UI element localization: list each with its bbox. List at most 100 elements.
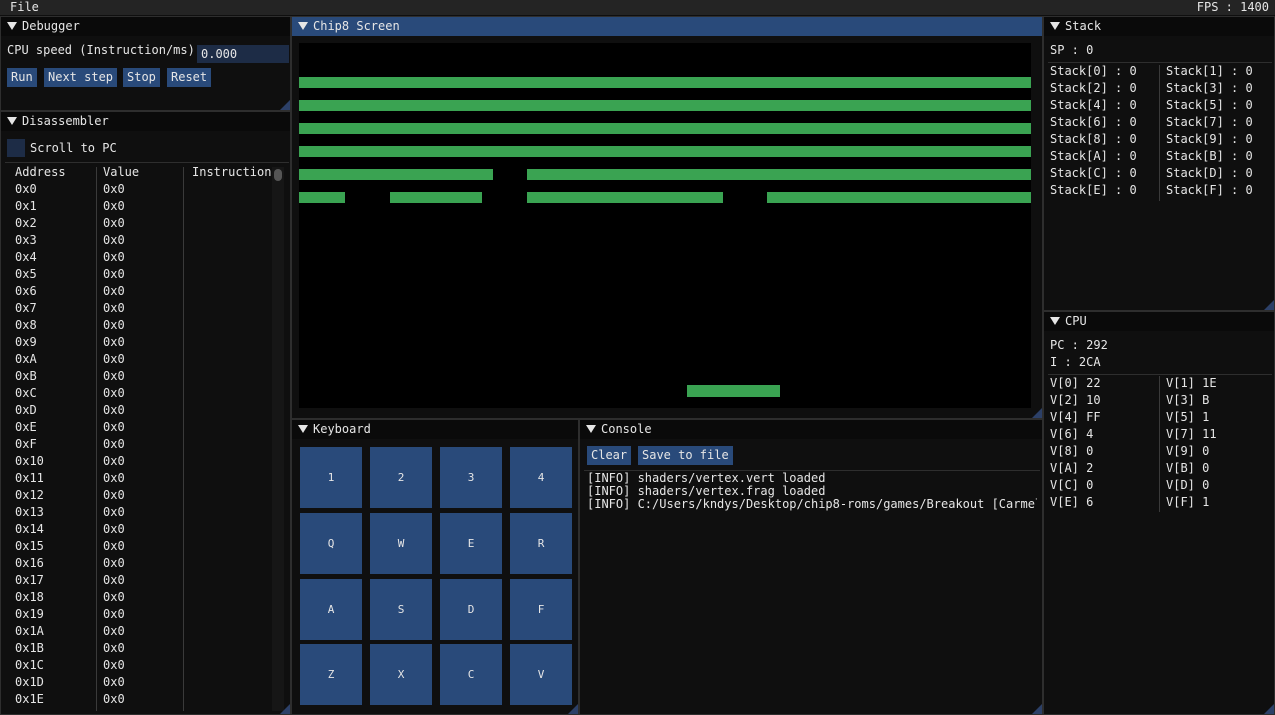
- stack-entry: Stack[8] : 0: [1050, 132, 1137, 146]
- scrollbar-thumb[interactable]: [274, 169, 282, 181]
- table-row[interactable]: 0xC 0x0: [15, 385, 270, 402]
- key-x[interactable]: X: [370, 644, 432, 705]
- key-a[interactable]: A: [300, 579, 362, 640]
- key-1[interactable]: 1: [300, 447, 362, 508]
- key-4[interactable]: 4: [510, 447, 572, 508]
- resize-grip[interactable]: [568, 704, 578, 714]
- table-row[interactable]: 0x18 0x0: [15, 589, 270, 606]
- table-row[interactable]: 0x15 0x0: [15, 538, 270, 555]
- key-f[interactable]: F: [510, 579, 572, 640]
- table-row[interactable]: 0x5 0x0: [15, 266, 270, 283]
- table-row[interactable]: 0x4 0x0: [15, 249, 270, 266]
- collapse-arrow-icon[interactable]: [7, 22, 17, 30]
- table-row[interactable]: 0x17 0x0: [15, 572, 270, 589]
- disassembler-title[interactable]: Disassembler: [1, 112, 290, 131]
- address-cell: 0x14: [15, 522, 44, 536]
- table-row[interactable]: 0x14 0x0: [15, 521, 270, 538]
- stack-title[interactable]: Stack: [1044, 17, 1274, 36]
- table-row[interactable]: 0x16 0x0: [15, 555, 270, 572]
- address-cell: 0xA: [15, 352, 37, 366]
- address-cell: 0xB: [15, 369, 37, 383]
- table-row[interactable]: 0x1D 0x0: [15, 674, 270, 691]
- table-row[interactable]: 0x11 0x0: [15, 470, 270, 487]
- address-cell: 0x1C: [15, 658, 44, 672]
- chip8-screen-title[interactable]: Chip8 Screen: [292, 17, 1042, 36]
- value-cell: 0x0: [103, 590, 125, 604]
- address-cell: 0x11: [15, 471, 44, 485]
- collapse-arrow-icon[interactable]: [7, 117, 17, 125]
- register-value: V[6] 4: [1050, 427, 1094, 441]
- key-s[interactable]: S: [370, 579, 432, 640]
- console-title[interactable]: Console: [580, 420, 1042, 439]
- register-value: V[E] 6: [1050, 495, 1094, 509]
- table-row[interactable]: 0x1B 0x0: [15, 640, 270, 657]
- value-cell: 0x0: [103, 624, 125, 638]
- table-row[interactable]: 0x6 0x0: [15, 283, 270, 300]
- value-cell: 0x0: [103, 250, 125, 264]
- clear-button[interactable]: Clear: [587, 446, 632, 465]
- stop-button[interactable]: Stop: [123, 68, 160, 87]
- file-menu[interactable]: File: [10, 0, 39, 15]
- key-e[interactable]: E: [440, 513, 502, 574]
- table-row[interactable]: 0x2 0x0: [15, 215, 270, 232]
- debugger-title[interactable]: Debugger: [1, 17, 290, 36]
- key-w[interactable]: W: [370, 513, 432, 574]
- table-row[interactable]: 0x19 0x0: [15, 606, 270, 623]
- table-row[interactable]: 0xE 0x0: [15, 419, 270, 436]
- reset-button[interactable]: Reset: [167, 68, 212, 87]
- key-c[interactable]: C: [440, 644, 502, 705]
- stack-entry: Stack[6] : 0: [1050, 115, 1137, 129]
- table-row[interactable]: 0x8 0x0: [15, 317, 270, 334]
- collapse-arrow-icon[interactable]: [1050, 22, 1060, 30]
- value-cell: 0x0: [103, 641, 125, 655]
- address-cell: 0x17: [15, 573, 44, 587]
- key-2[interactable]: 2: [370, 447, 432, 508]
- resize-grip[interactable]: [1264, 704, 1274, 714]
- table-row[interactable]: 0x0 0x0: [15, 181, 270, 198]
- cpu-speed-input[interactable]: 0.000: [197, 45, 289, 63]
- table-row[interactable]: 0x3 0x0: [15, 232, 270, 249]
- address-cell: 0x7: [15, 301, 37, 315]
- key-r[interactable]: R: [510, 513, 572, 574]
- run-button[interactable]: Run: [7, 68, 37, 87]
- collapse-arrow-icon[interactable]: [1050, 317, 1060, 325]
- value-cell: 0x0: [103, 658, 125, 672]
- table-row[interactable]: 0x10 0x0: [15, 453, 270, 470]
- table-row[interactable]: 0xD 0x0: [15, 402, 270, 419]
- key-d[interactable]: D: [440, 579, 502, 640]
- table-row[interactable]: 0x1E 0x0: [15, 691, 270, 708]
- key-z[interactable]: Z: [300, 644, 362, 705]
- keyboard-window: Keyboard 1234 QWER ASDF ZXCV: [291, 419, 579, 715]
- resize-grip[interactable]: [280, 100, 290, 110]
- resize-grip[interactable]: [280, 704, 290, 714]
- scrollbar[interactable]: [272, 167, 284, 711]
- keyboard-title[interactable]: Keyboard: [292, 420, 578, 439]
- table-row[interactable]: 0x9 0x0: [15, 334, 270, 351]
- collapse-arrow-icon[interactable]: [298, 425, 308, 433]
- save-to-file-button[interactable]: Save to file: [638, 446, 733, 465]
- resize-grip[interactable]: [1264, 300, 1274, 310]
- table-row[interactable]: 0xA 0x0: [15, 351, 270, 368]
- table-row[interactable]: 0x1C 0x0: [15, 657, 270, 674]
- table-row[interactable]: 0x1A 0x0: [15, 623, 270, 640]
- table-row[interactable]: 0x12 0x0: [15, 487, 270, 504]
- collapse-arrow-icon[interactable]: [586, 425, 596, 433]
- resize-grip[interactable]: [1032, 408, 1042, 418]
- next-step-button[interactable]: Next step: [44, 68, 118, 87]
- address-cell: 0xF: [15, 437, 37, 451]
- collapse-arrow-icon[interactable]: [298, 22, 308, 30]
- scroll-to-pc-checkbox[interactable]: [7, 139, 25, 157]
- table-row[interactable]: 0x7 0x0: [15, 300, 270, 317]
- key-q[interactable]: Q: [300, 513, 362, 574]
- address-cell: 0x12: [15, 488, 44, 502]
- address-cell: 0x2: [15, 216, 37, 230]
- table-row[interactable]: 0x1 0x0: [15, 198, 270, 215]
- cpu-title[interactable]: CPU: [1044, 312, 1274, 331]
- table-row[interactable]: 0xB 0x0: [15, 368, 270, 385]
- key-v[interactable]: V: [510, 644, 572, 705]
- table-row[interactable]: 0xF 0x0: [15, 436, 270, 453]
- resize-grip[interactable]: [1032, 704, 1042, 714]
- register-value: V[4] FF: [1050, 410, 1101, 424]
- table-row[interactable]: 0x13 0x0: [15, 504, 270, 521]
- key-3[interactable]: 3: [440, 447, 502, 508]
